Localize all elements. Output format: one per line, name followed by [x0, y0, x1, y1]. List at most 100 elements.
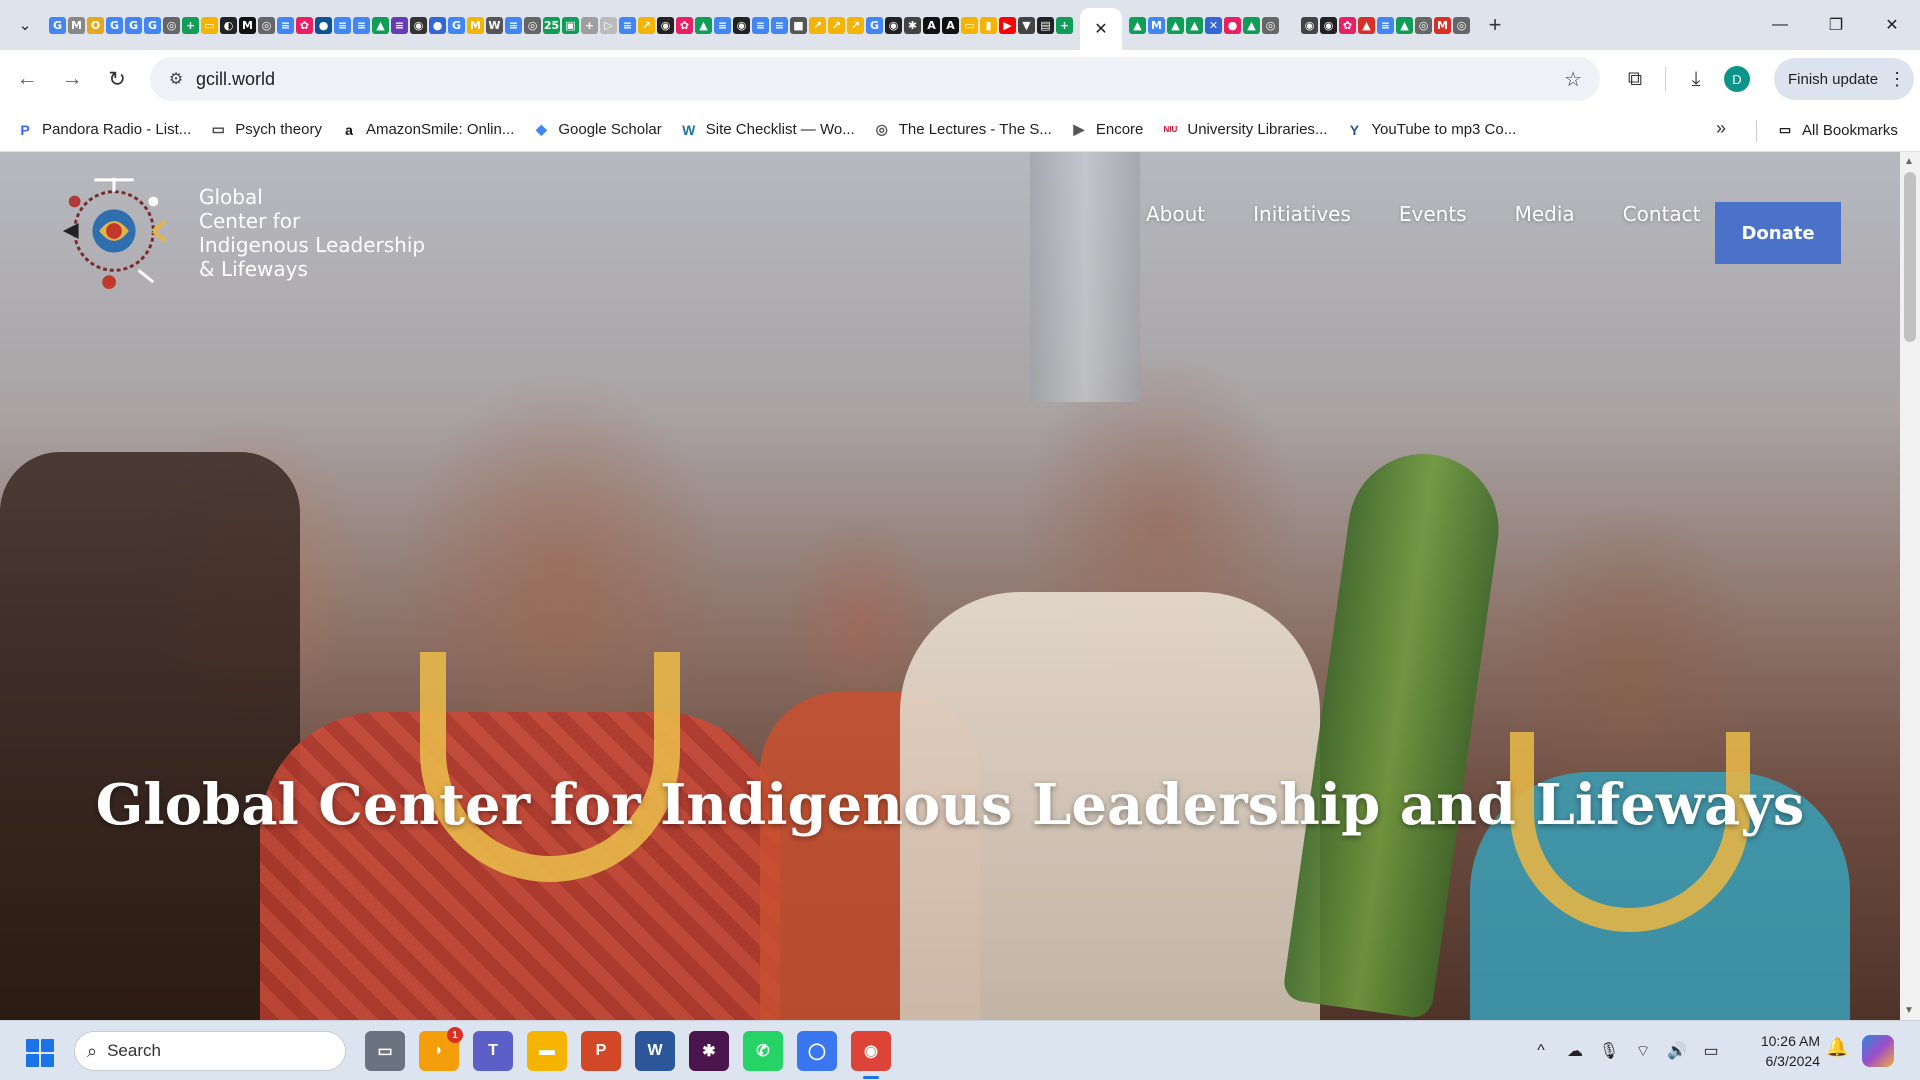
- restore-button[interactable]: ❐: [1808, 0, 1864, 50]
- tab-favicon-icon[interactable]: ↗: [847, 16, 864, 34]
- nav-events[interactable]: Events: [1399, 202, 1467, 226]
- site-info-icon[interactable]: ⚙: [156, 69, 196, 89]
- signal-icon[interactable]: ◯: [797, 1031, 837, 1071]
- tab-favicon-icon[interactable]: ≡: [714, 16, 731, 34]
- start-button[interactable]: [26, 1039, 54, 1067]
- forward-button[interactable]: →: [54, 61, 90, 97]
- gcill-logo-icon[interactable]: [55, 172, 173, 290]
- page-scrollbar[interactable]: ▲ ▼: [1900, 152, 1920, 1020]
- tab-favicon-icon[interactable]: M: [467, 16, 484, 34]
- notification-bell-icon[interactable]: 🔔: [1826, 1037, 1848, 1058]
- tab-favicon-icon[interactable]: ✿: [1339, 16, 1356, 34]
- tab-favicon-icon[interactable]: M: [1148, 16, 1165, 34]
- finish-update-button[interactable]: Finish update ⋮: [1774, 58, 1914, 100]
- tab-favicon-icon[interactable]: ≡: [771, 16, 788, 34]
- bookmark-item[interactable]: a AmazonSmile: Onlin...: [340, 121, 514, 139]
- active-tab-close-icon[interactable]: ✕: [1080, 8, 1122, 50]
- nav-media[interactable]: Media: [1515, 202, 1575, 226]
- tab-favicon-icon[interactable]: ≡: [353, 16, 370, 34]
- tab-favicon-icon[interactable]: A: [942, 16, 959, 34]
- menu-icon[interactable]: ⋮: [1888, 69, 1906, 90]
- tab-favicon-icon[interactable]: ▲: [372, 16, 389, 34]
- tab-favicon-icon[interactable]: ◉: [410, 16, 427, 34]
- site-logo-text[interactable]: Global Center for Indigenous Leadership …: [199, 185, 425, 281]
- tab-favicon-icon[interactable]: ↗: [638, 16, 655, 34]
- tab-favicon-icon[interactable]: ≡: [505, 16, 522, 34]
- tab-favicon-icon[interactable]: ◉: [885, 16, 902, 34]
- tab-favicon-icon[interactable]: +: [1056, 16, 1073, 34]
- scroll-thumb[interactable]: [1904, 172, 1916, 342]
- tab-favicon-icon[interactable]: ◎: [524, 16, 541, 34]
- tab-favicon-icon[interactable]: G: [144, 16, 161, 34]
- teams-icon[interactable]: T: [473, 1031, 513, 1071]
- donate-button[interactable]: Donate: [1715, 202, 1841, 264]
- tab-favicon-icon[interactable]: G: [106, 16, 123, 34]
- tab-favicon-icon[interactable]: ◎: [1262, 16, 1279, 34]
- tab-favicon-icon[interactable]: ≡: [277, 16, 294, 34]
- tab-favicon-icon[interactable]: M: [239, 16, 256, 34]
- tab-favicon-icon[interactable]: M: [68, 16, 85, 34]
- tab-favicon-icon[interactable]: ●: [429, 16, 446, 34]
- profile-avatar[interactable]: D: [1724, 66, 1750, 92]
- word-icon[interactable]: W: [635, 1031, 675, 1071]
- bookmark-item[interactable]: W Site Checklist — Wo...: [680, 121, 855, 139]
- tab-favicon-icon[interactable]: ✿: [676, 16, 693, 34]
- tab-favicon-icon[interactable]: ◉: [1320, 16, 1337, 34]
- tray-overflow-icon[interactable]: ^: [1526, 1036, 1556, 1066]
- taskbar-search[interactable]: ⌕ Search: [74, 1031, 346, 1071]
- bookmark-item[interactable]: ◎ The Lectures - The S...: [873, 121, 1052, 139]
- minimize-button[interactable]: —: [1752, 0, 1808, 50]
- tab-favicon-icon[interactable]: ▭: [201, 16, 218, 34]
- all-bookmarks-button[interactable]: ▭ All Bookmarks: [1776, 108, 1898, 152]
- tab-favicon-icon[interactable]: +: [581, 16, 598, 34]
- clock[interactable]: 10:26 AM 6/3/2024: [1740, 1031, 1820, 1071]
- tab-favicon-icon[interactable]: ≡: [391, 16, 408, 34]
- bookmark-item[interactable]: ▭ Psych theory: [209, 121, 322, 139]
- tab-favicon-icon[interactable]: ≡: [619, 16, 636, 34]
- tab-favicon-icon[interactable]: +: [182, 16, 199, 34]
- tab-favicon-icon[interactable]: ▼: [1018, 16, 1035, 34]
- more-bookmarks-icon[interactable]: »: [1716, 118, 1726, 139]
- tab-favicon-icon[interactable]: ✕: [1205, 16, 1222, 34]
- tab-favicon-icon[interactable]: ◎: [1453, 16, 1470, 34]
- whatsapp-icon[interactable]: ✆: [743, 1031, 783, 1071]
- tab-favicon-icon[interactable]: ◉: [657, 16, 674, 34]
- tab-favicon-icon[interactable]: G: [448, 16, 465, 34]
- scroll-down-arrow-icon[interactable]: ▼: [1904, 1005, 1914, 1016]
- copilot-icon[interactable]: [1862, 1035, 1894, 1067]
- tab-favicon-icon[interactable]: A: [923, 16, 940, 34]
- wifi-icon[interactable]: ⌔: [1628, 1036, 1658, 1066]
- tab-favicon-icon[interactable]: ≡: [752, 16, 769, 34]
- tab-favicon-icon[interactable]: ▷: [600, 16, 617, 34]
- nav-initiatives[interactable]: Initiatives: [1253, 202, 1351, 226]
- scroll-up-arrow-icon[interactable]: ▲: [1904, 156, 1914, 167]
- slack-icon[interactable]: ✱: [689, 1031, 729, 1071]
- tab-favicon-icon[interactable]: ✿: [296, 16, 313, 34]
- tab-favicon-icon[interactable]: ▣: [562, 16, 579, 34]
- onedrive-icon[interactable]: ☁: [1560, 1036, 1590, 1066]
- tab-favicon-icon[interactable]: ≡: [334, 16, 351, 34]
- file-explorer-icon[interactable]: ▬: [527, 1031, 567, 1071]
- bookmark-item[interactable]: Y YouTube to mp3 Co...: [1345, 121, 1517, 139]
- tab-favicon-icon[interactable]: ▲: [695, 16, 712, 34]
- tab-favicon-icon[interactable]: M: [1434, 16, 1451, 34]
- url-text[interactable]: gcill.world: [196, 69, 275, 90]
- tab-favicon-icon[interactable]: ■: [790, 16, 807, 34]
- tab-favicon-icon[interactable]: ▲: [1167, 16, 1184, 34]
- extensions-icon[interactable]: ⧉: [1615, 59, 1655, 99]
- microphone-icon[interactable]: 🎙: [1594, 1036, 1624, 1066]
- tab-favicon-icon[interactable]: ▲: [1358, 16, 1375, 34]
- chrome-icon[interactable]: ◉: [851, 1031, 891, 1079]
- address-bar[interactable]: ⚙ gcill.world ☆: [150, 57, 1600, 101]
- close-window-button[interactable]: ✕: [1864, 0, 1920, 50]
- tab-favicon-icon[interactable]: G: [49, 16, 66, 34]
- tab-favicon-icon[interactable]: ▭: [961, 16, 978, 34]
- tab-favicon-icon[interactable]: ▤: [1037, 16, 1054, 34]
- volume-icon[interactable]: 🔊: [1662, 1036, 1692, 1066]
- tab-favicon-icon[interactable]: ✱: [904, 16, 921, 34]
- tab-favicon-icon[interactable]: ●: [315, 16, 332, 34]
- tab-favicon-icon[interactable]: G: [866, 16, 883, 34]
- tab-favicon-icon[interactable]: ▲: [1243, 16, 1260, 34]
- powerpoint-icon[interactable]: P: [581, 1031, 621, 1071]
- tab-favicon-icon[interactable]: ◐: [220, 16, 237, 34]
